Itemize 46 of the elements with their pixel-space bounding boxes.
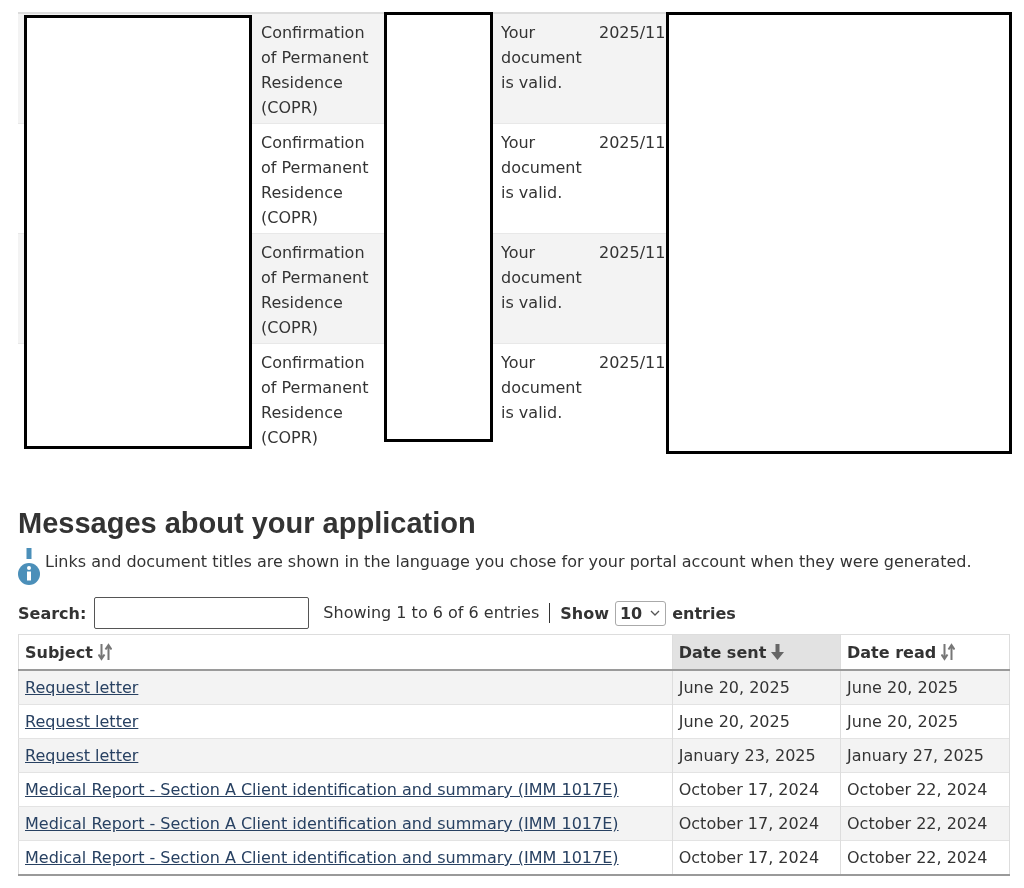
table-cell-text: Confirmation of Permanent Residence (COPR): [260, 352, 370, 449]
table-cell: June 20, 2025: [672, 704, 841, 739]
search-label: Search:: [18, 603, 87, 623]
table-cell-text: 2025/11: [598, 242, 666, 264]
message-link[interactable]: Request letter: [25, 746, 139, 765]
column-header[interactable]: Subject: [18, 634, 673, 670]
table-cell-text: Your document is valid.: [500, 132, 583, 204]
info-note: Links and document titles are shown in the language you chose for your portal account when they were generated.: [45, 551, 972, 573]
table-cell-text: Your document is valid.: [500, 242, 583, 314]
table-cell-text: Confirmation of Permanent Residence (COPR): [260, 242, 370, 339]
show-label: Show: [560, 603, 609, 623]
table-cell: June 20, 2025: [840, 704, 1010, 739]
arrow-down-icon: [771, 644, 785, 660]
table-cell: October 22, 2024: [840, 772, 1010, 807]
table-cell-text: 2025/11: [598, 132, 666, 154]
table-cell: June 20, 2025: [672, 670, 841, 705]
table-cell: October 17, 2024: [672, 840, 841, 875]
table-cell-text: Your document is valid.: [500, 22, 583, 94]
column-header[interactable]: Date read: [840, 634, 1010, 670]
table-cell-text: 2025/11: [598, 22, 666, 44]
table-cell: October 22, 2024: [840, 840, 1010, 875]
table-cell-text: Confirmation of Permanent Residence (COPR): [260, 132, 370, 229]
sort-arrows-icon: [941, 643, 956, 661]
table-cell-text: 2025/11: [598, 352, 666, 374]
search-field[interactable]: [94, 597, 310, 629]
table-cell-text: Your document is valid.: [500, 352, 583, 424]
table-cell-text: Confirmation of Permanent Residence (COPR): [260, 22, 370, 119]
table-cell: October 17, 2024: [672, 772, 841, 807]
sort-arrows-icon: [97, 643, 112, 661]
table-cell: June 20, 2025: [840, 670, 1010, 705]
message-link[interactable]: Request letter: [25, 678, 139, 697]
table-cell: October 22, 2024: [840, 806, 1010, 841]
entries-label: entries: [672, 603, 736, 623]
message-link[interactable]: Medical Report - Section A Client identification and summary (IMM 1017E): [25, 814, 619, 833]
entries-info: Showing 1 to 6 of 6 entries: [323, 603, 551, 623]
section-heading: Messages about your application: [18, 506, 476, 541]
message-link[interactable]: Medical Report - Section A Client identification and summary (IMM 1017E): [25, 848, 619, 867]
message-link[interactable]: Request letter: [25, 712, 139, 731]
table-cell: October 17, 2024: [672, 806, 841, 841]
table-cell: January 23, 2025: [672, 738, 841, 773]
column-header[interactable]: Date sent: [672, 634, 841, 670]
chevron-down-icon: [650, 610, 661, 616]
info-icon: [18, 548, 40, 585]
page-size-select[interactable]: 10: [614, 600, 667, 626]
message-link[interactable]: Medical Report - Section A Client identification and summary (IMM 1017E): [25, 780, 619, 799]
table-cell: January 27, 2025: [840, 738, 1010, 773]
